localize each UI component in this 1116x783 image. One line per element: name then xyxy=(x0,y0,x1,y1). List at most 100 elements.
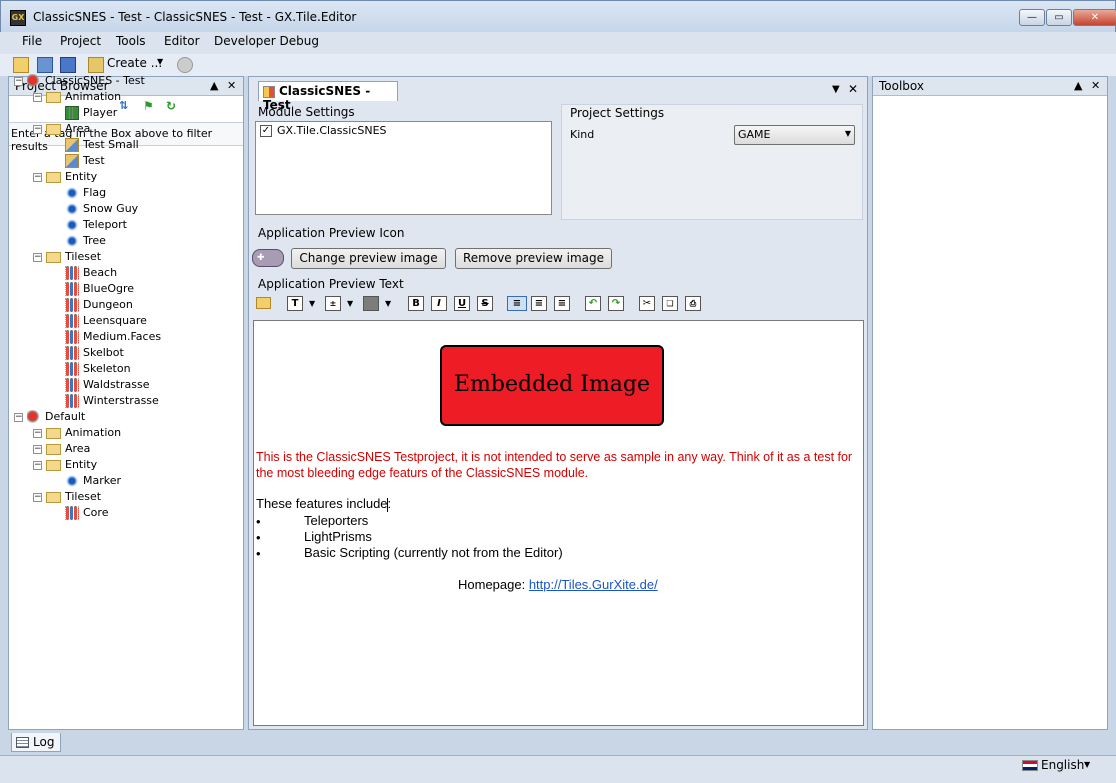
tree-item-label: Teleport xyxy=(83,218,127,231)
undo-icon[interactable]: ↶ xyxy=(585,296,601,311)
tree-item[interactable]: Core xyxy=(52,505,108,521)
log-icon xyxy=(16,737,29,748)
chevron-down-icon[interactable]: ▼ xyxy=(347,299,353,308)
collapse-icon[interactable]: − xyxy=(33,172,42,182)
chevron-down-icon[interactable]: ▼ xyxy=(1084,760,1090,769)
homepage-label: Homepage: xyxy=(458,577,529,592)
tree-item[interactable]: Beach xyxy=(52,265,117,281)
create-button[interactable]: Create ... xyxy=(107,56,162,70)
copy-icon[interactable]: ❏ xyxy=(662,296,678,311)
tree-item[interactable]: − Default xyxy=(14,409,85,425)
font-size-icon[interactable]: ± xyxy=(325,296,341,311)
save-all-icon[interactable] xyxy=(37,57,53,73)
homepage-line: Homepage: http://Tiles.GurXite.de/ xyxy=(458,577,658,592)
project-tree: − ClassicSNES - Test − Animation Player − Area… xyxy=(8,73,240,653)
menu-file[interactable]: File xyxy=(18,33,46,49)
chevron-down-icon[interactable]: ▼ xyxy=(385,299,391,308)
tree-item[interactable]: Flag xyxy=(52,185,106,201)
embedded-image: Embedded Image xyxy=(440,345,664,426)
tree-item[interactable]: − Area xyxy=(33,121,90,137)
tree-item[interactable]: Skeleton xyxy=(52,361,131,377)
collapse-icon[interactable]: − xyxy=(33,460,42,470)
tab-classicsnes-test[interactable]: ClassicSNES - Test xyxy=(258,81,398,112)
uk-flag-icon xyxy=(1022,760,1038,771)
collapse-icon[interactable]: − xyxy=(33,492,42,502)
collapse-icon[interactable]: − xyxy=(33,252,42,262)
change-preview-image-button[interactable]: Change preview image xyxy=(291,248,446,269)
align-right-icon[interactable]: ≡ xyxy=(554,296,570,311)
tree-item[interactable]: Teleport xyxy=(52,217,127,233)
menu-editor[interactable]: Editor xyxy=(160,33,204,49)
kind-select[interactable]: GAME ▼ xyxy=(734,125,855,145)
close-button[interactable]: ✕ xyxy=(1073,9,1116,26)
align-center-icon[interactable]: ≡ xyxy=(531,296,547,311)
tree-item[interactable]: Dungeon xyxy=(52,297,133,313)
folder-icon xyxy=(46,251,61,263)
minimize-button[interactable]: — xyxy=(1019,9,1045,26)
tree-item[interactable]: − Entity xyxy=(33,169,97,185)
tree-item[interactable]: Marker xyxy=(52,473,121,489)
entity-icon xyxy=(65,234,79,248)
underline-button[interactable]: U xyxy=(454,296,470,311)
bold-button[interactable]: B xyxy=(408,296,424,311)
tree-item[interactable]: − Entity xyxy=(33,457,97,473)
tree-item[interactable]: Skelbot xyxy=(52,345,124,361)
collapse-icon[interactable]: − xyxy=(33,124,42,134)
module-checkbox[interactable]: ✓ xyxy=(260,125,272,137)
tree-item[interactable]: Test xyxy=(52,153,105,169)
redo-icon[interactable]: ↷ xyxy=(608,296,624,311)
italic-button[interactable]: I xyxy=(431,296,447,311)
preview-text-editor[interactable]: Embedded Image This is the ClassicSNES T… xyxy=(253,320,864,726)
tree-item[interactable]: − ClassicSNES - Test xyxy=(14,73,145,89)
tree-item-label: Skelbot xyxy=(83,346,124,359)
language-selector[interactable]: English xyxy=(1041,758,1084,772)
tree-item-label: Tree xyxy=(83,234,106,247)
homepage-link[interactable]: http://Tiles.GurXite.de/ xyxy=(529,577,658,592)
strikethrough-button[interactable]: S xyxy=(477,296,493,311)
open-folder-icon[interactable] xyxy=(13,57,29,73)
tab-close-icon[interactable]: ✕ xyxy=(848,82,858,96)
align-left-icon[interactable]: ≡ xyxy=(507,296,527,311)
collapse-icon[interactable]: − xyxy=(33,444,42,454)
open-file-icon[interactable] xyxy=(256,297,271,309)
menu-project[interactable]: Project xyxy=(56,33,105,49)
save-icon[interactable] xyxy=(60,57,76,73)
tree-item[interactable]: Winterstrasse xyxy=(52,393,159,409)
collapse-icon[interactable]: − xyxy=(14,76,23,86)
tree-item[interactable]: − Tileset xyxy=(33,249,101,265)
collapse-icon[interactable]: − xyxy=(14,412,23,422)
tree-item[interactable]: BlueOgre xyxy=(52,281,134,297)
menu-tools[interactable]: Tools xyxy=(112,33,150,49)
tileset-icon xyxy=(65,330,79,344)
tree-item[interactable]: Snow Guy xyxy=(52,201,138,217)
entity-icon xyxy=(65,474,79,488)
tree-item[interactable]: Waldstrasse xyxy=(52,377,150,393)
tree-item[interactable]: Leensquare xyxy=(52,313,147,329)
tree-item[interactable]: Tree xyxy=(52,233,106,249)
tab-menu-icon[interactable]: ▼ xyxy=(832,84,840,95)
tree-item[interactable]: Medium.Faces xyxy=(52,329,161,345)
menu-developer-debug[interactable]: Developer Debug xyxy=(210,33,323,49)
close-panel-icon[interactable]: ✕ xyxy=(1091,79,1100,92)
tree-item[interactable]: − Animation xyxy=(33,89,121,105)
tree-item[interactable]: Test Small xyxy=(52,137,139,153)
cut-icon[interactable]: ✂ xyxy=(639,296,655,311)
tree-item[interactable]: − Tileset xyxy=(33,489,101,505)
color-icon[interactable] xyxy=(363,296,379,311)
maximize-button[interactable]: ▭ xyxy=(1046,9,1072,26)
font-icon[interactable]: T xyxy=(287,296,303,311)
settings-icon[interactable] xyxy=(177,57,193,73)
chevron-down-icon[interactable]: ▼ xyxy=(309,299,315,308)
collapse-icon[interactable]: − xyxy=(33,428,42,438)
tree-item[interactable]: − Area xyxy=(33,441,90,457)
paste-icon[interactable]: ⎙ xyxy=(685,296,701,311)
tree-item-label: Entity xyxy=(65,458,98,471)
pin-icon[interactable]: ▲ xyxy=(1074,79,1082,92)
collapse-icon[interactable]: − xyxy=(33,92,42,102)
status-bar: English ▼ xyxy=(0,755,1116,783)
remove-preview-image-button[interactable]: Remove preview image xyxy=(455,248,612,269)
log-tab[interactable]: Log xyxy=(11,733,61,752)
tree-item[interactable]: − Animation xyxy=(33,425,121,441)
chevron-down-icon[interactable]: ▼ xyxy=(157,57,163,66)
tree-item[interactable]: Player xyxy=(52,105,117,121)
